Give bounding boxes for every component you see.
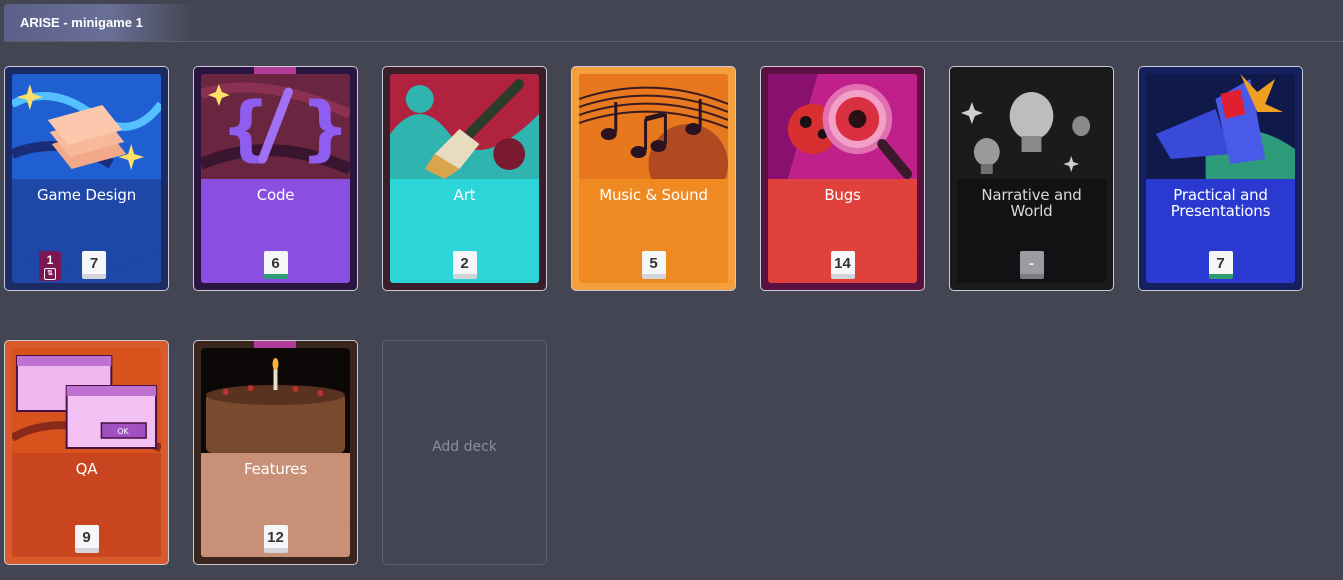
deck-count: 12 (263, 525, 288, 553)
deck-card-bugs[interactable]: Bugs 14 (760, 66, 925, 291)
deck-name: Bugs (824, 186, 861, 204)
deck-name: Music & Sound (599, 186, 708, 204)
svg-text:}: } (300, 88, 349, 169)
svg-text:OK: OK (117, 427, 129, 436)
deck-count: 7 (82, 251, 106, 279)
deck-name: Game Design (36, 186, 136, 204)
music-notes-icon (579, 74, 728, 179)
deck-name: Code (256, 186, 295, 204)
lightbulb-icon (957, 74, 1106, 179)
deck-name: Features (244, 460, 307, 478)
deck-name: Practical and Presentations (1170, 186, 1271, 220)
deck-card-art[interactable]: Art 2 (382, 66, 547, 291)
bug-magnifier-icon (768, 74, 917, 179)
tab-divider (4, 41, 1343, 42)
ribbon-marker (254, 341, 296, 348)
deck-count: 9 (74, 525, 99, 553)
layers-icon (12, 74, 161, 179)
deck-name: Art (453, 186, 476, 204)
deck-count: 14 (830, 251, 855, 279)
cake-icon (201, 348, 350, 453)
deck-count: - (1019, 251, 1044, 279)
ribbon-marker (254, 67, 296, 74)
windows-ok-icon: OK (12, 348, 161, 453)
tab-arise-minigame[interactable]: ARISE - minigame 1 (4, 4, 194, 41)
deck-name: QA (75, 460, 98, 478)
paintbrush-icon (390, 74, 539, 179)
deck-count: 2 (452, 251, 477, 279)
deck-card-narrative-and-world[interactable]: Narrative and World - (949, 66, 1114, 291)
deck-card-code[interactable]: { } Code 6 (193, 66, 358, 291)
deck-count: 7 (1208, 251, 1233, 279)
megaphone-icon (1146, 74, 1295, 179)
deck-card-features[interactable]: Features 12 (193, 340, 358, 565)
deck-count: 6 (263, 251, 288, 279)
card-flip-badge: 1 ⇅ (39, 251, 61, 281)
deck-card-game-design[interactable]: Game Design 1 ⇅ 7 (4, 66, 169, 291)
deck-card-music-and-sound[interactable]: Music & Sound 5 (571, 66, 736, 291)
card-flip-icon: ⇅ (44, 268, 56, 280)
deck-name: Narrative and World (981, 186, 1082, 220)
deck-card-practical-and-presentations[interactable]: Practical and Presentations 7 (1138, 66, 1303, 291)
deck-card-qa[interactable]: OK QA 9 (4, 340, 169, 565)
deck-count: 5 (641, 251, 666, 279)
code-brackets-icon: { } (201, 74, 350, 179)
add-deck-button[interactable]: Add deck (382, 340, 547, 565)
